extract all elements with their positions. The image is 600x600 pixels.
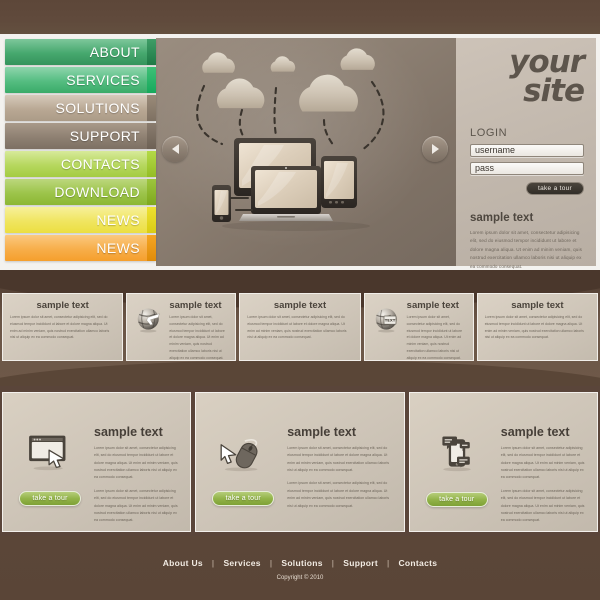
nav-item-news-1[interactable]: NEWS — [5, 207, 156, 233]
footer-link-support[interactable]: Support — [343, 558, 378, 568]
footer: About Us | Services | Solutions | Suppor… — [0, 558, 600, 581]
globe-sign-icon: TEXT — [372, 300, 402, 339]
feature-column-5[interactable]: sample text Lorem ipsum dolor sit amet, … — [476, 293, 598, 361]
footer-navigation: About Us | Services | Solutions | Suppor… — [0, 558, 600, 568]
nav-item-download[interactable]: DOWNLOAD — [5, 179, 156, 205]
promo-panels: take a tour sample text Lorem ipsum dolo… — [2, 392, 598, 532]
password-value: pass — [475, 163, 495, 174]
feature-column-2[interactable]: sample text Lorem ipsum dolor sit amet, … — [126, 293, 237, 361]
take-a-tour-button[interactable]: take a tour — [212, 491, 275, 506]
header: ABOUT SERVICES SOLUTIONS SUPPORT CONTACT… — [0, 34, 600, 270]
feature-strip: sample text Lorem ipsum dolor sit amet, … — [2, 293, 598, 361]
computer-mouse-cursor-icon — [217, 432, 269, 477]
nav-item-label: NEWS — [96, 212, 140, 228]
footer-separator: | — [331, 558, 335, 568]
promo-text-2: Lorem ipsum dolor sit amet, consectetur … — [287, 481, 390, 508]
nav-item-label: SOLUTIONS — [55, 100, 140, 116]
footer-link-contacts[interactable]: Contacts — [398, 558, 437, 568]
nav-item-contacts[interactable]: CONTACTS — [5, 151, 156, 177]
nav-item-support[interactable]: SUPPORT — [5, 123, 156, 149]
smartphone-chat-icon — [435, 431, 479, 478]
login-take-a-tour-button[interactable]: take a tour — [526, 181, 584, 195]
nav-item-label: SERVICES — [66, 72, 140, 88]
nav-item-label: ABOUT — [89, 44, 140, 60]
footer-link-services[interactable]: Services — [223, 558, 260, 568]
feature-heading: sample text — [406, 300, 459, 311]
feature-text: Lorem ipsum dolor sit amet, consectetur … — [484, 315, 584, 340]
page-background-top — [0, 0, 600, 34]
sidebar-promo-heading: sample text — [470, 211, 534, 224]
brand-line-2: site — [523, 73, 585, 110]
site-logo: your site — [470, 47, 585, 110]
nav-item-label: DOWNLOAD — [54, 184, 140, 200]
nav-item-cap — [147, 95, 156, 121]
nav-item-cap — [147, 39, 156, 65]
promo-heading: sample text — [500, 425, 570, 439]
password-field[interactable]: pass — [470, 161, 584, 175]
nav-item-cap — [147, 67, 156, 93]
feature-heading: sample text — [169, 300, 222, 311]
feature-column-1[interactable]: sample text Lorem ipsum dolor sit amet, … — [2, 293, 124, 361]
promo-text-2: Lorem ipsum dolor sit amet, consectetur … — [94, 488, 178, 523]
username-value: username — [475, 145, 516, 156]
promo-heading: sample text — [94, 425, 163, 439]
take-a-tour-button[interactable]: take a tour — [19, 491, 81, 506]
footer-link-about-us[interactable]: About Us — [163, 558, 203, 568]
promo-panel-1[interactable]: take a tour sample text Lorem ipsum dolo… — [2, 392, 192, 532]
feature-column-3[interactable]: sample text Lorem ipsum dolor sit amet, … — [239, 293, 361, 361]
nav-item-news-2[interactable]: NEWS — [5, 235, 156, 261]
nav-item-cap — [147, 151, 156, 177]
browser-window-cursor-icon — [27, 432, 73, 477]
feature-text: Lorem ipsum dolor sit amet, consectetur … — [247, 315, 347, 340]
nav-item-about[interactable]: ABOUT — [5, 39, 156, 65]
sidebar-promo-text: Lorem ipsum dolor sit amet, consectetur … — [470, 229, 582, 269]
svg-text:TEXT: TEXT — [384, 319, 395, 323]
footer-link-solutions[interactable]: Solutions — [281, 558, 322, 568]
promo-panel-2[interactable]: take a tour sample text Lorem ipsum dolo… — [195, 392, 405, 532]
promo-heading: sample text — [287, 425, 357, 439]
feature-heading: sample text — [273, 300, 327, 311]
username-field[interactable]: username — [470, 143, 584, 157]
arrow-left-icon[interactable] — [162, 136, 188, 162]
globe-airplane-icon — [134, 300, 164, 339]
feature-heading: sample text — [511, 300, 564, 311]
nav-item-label: CONTACTS — [60, 156, 140, 172]
promo-text-1: Lorem ipsum dolor sit amet, consectetur … — [500, 446, 585, 480]
promo-text-2: Lorem ipsum dolor sit amet, consectetur … — [500, 488, 585, 523]
nav-item-cap — [147, 235, 156, 261]
nav-item-cap — [147, 179, 156, 205]
login-heading: LOGIN — [470, 126, 508, 139]
nav-item-cap — [147, 123, 156, 149]
promo-text-1: Lorem ipsum dolor sit amet, consectetur … — [287, 446, 390, 473]
login-sidebar: your site LOGIN username pass take a tou… — [456, 38, 596, 269]
copyright-text: Copyright © 2010 — [276, 575, 324, 581]
nav-item-solutions[interactable]: SOLUTIONS — [5, 95, 156, 121]
nav-item-label: NEWS — [96, 240, 140, 256]
promo-panel-3[interactable]: take a tour sample text Lorem ipsum dolo… — [408, 392, 598, 532]
take-a-tour-button[interactable]: take a tour — [425, 492, 488, 507]
nav-item-label: SUPPORT — [69, 128, 140, 144]
hero-slider — [156, 38, 456, 266]
nav-item-services[interactable]: SERVICES — [5, 67, 156, 93]
cloud-computing-devices-illustration — [196, 48, 385, 231]
feature-column-4[interactable]: TEXT sample text Lorem ipsum dolor sit a… — [363, 293, 474, 361]
footer-separator: | — [269, 558, 273, 568]
feature-text: Lorem ipsum dolor sit amet, consectetur … — [169, 315, 225, 360]
main-navigation: ABOUT SERVICES SOLUTIONS SUPPORT CONTACT… — [4, 38, 156, 266]
footer-separator: | — [211, 558, 215, 568]
promo-text-1: Lorem ipsum dolor sit amet, consectetur … — [94, 446, 178, 480]
nav-item-cap — [147, 207, 156, 233]
feature-text: Lorem ipsum dolor sit amet, consectetur … — [10, 315, 110, 340]
footer-separator: | — [386, 558, 390, 568]
arrow-right-icon[interactable] — [422, 136, 448, 162]
feature-heading: sample text — [36, 300, 89, 311]
feature-text: Lorem ipsum dolor sit amet, consectetur … — [406, 315, 463, 360]
